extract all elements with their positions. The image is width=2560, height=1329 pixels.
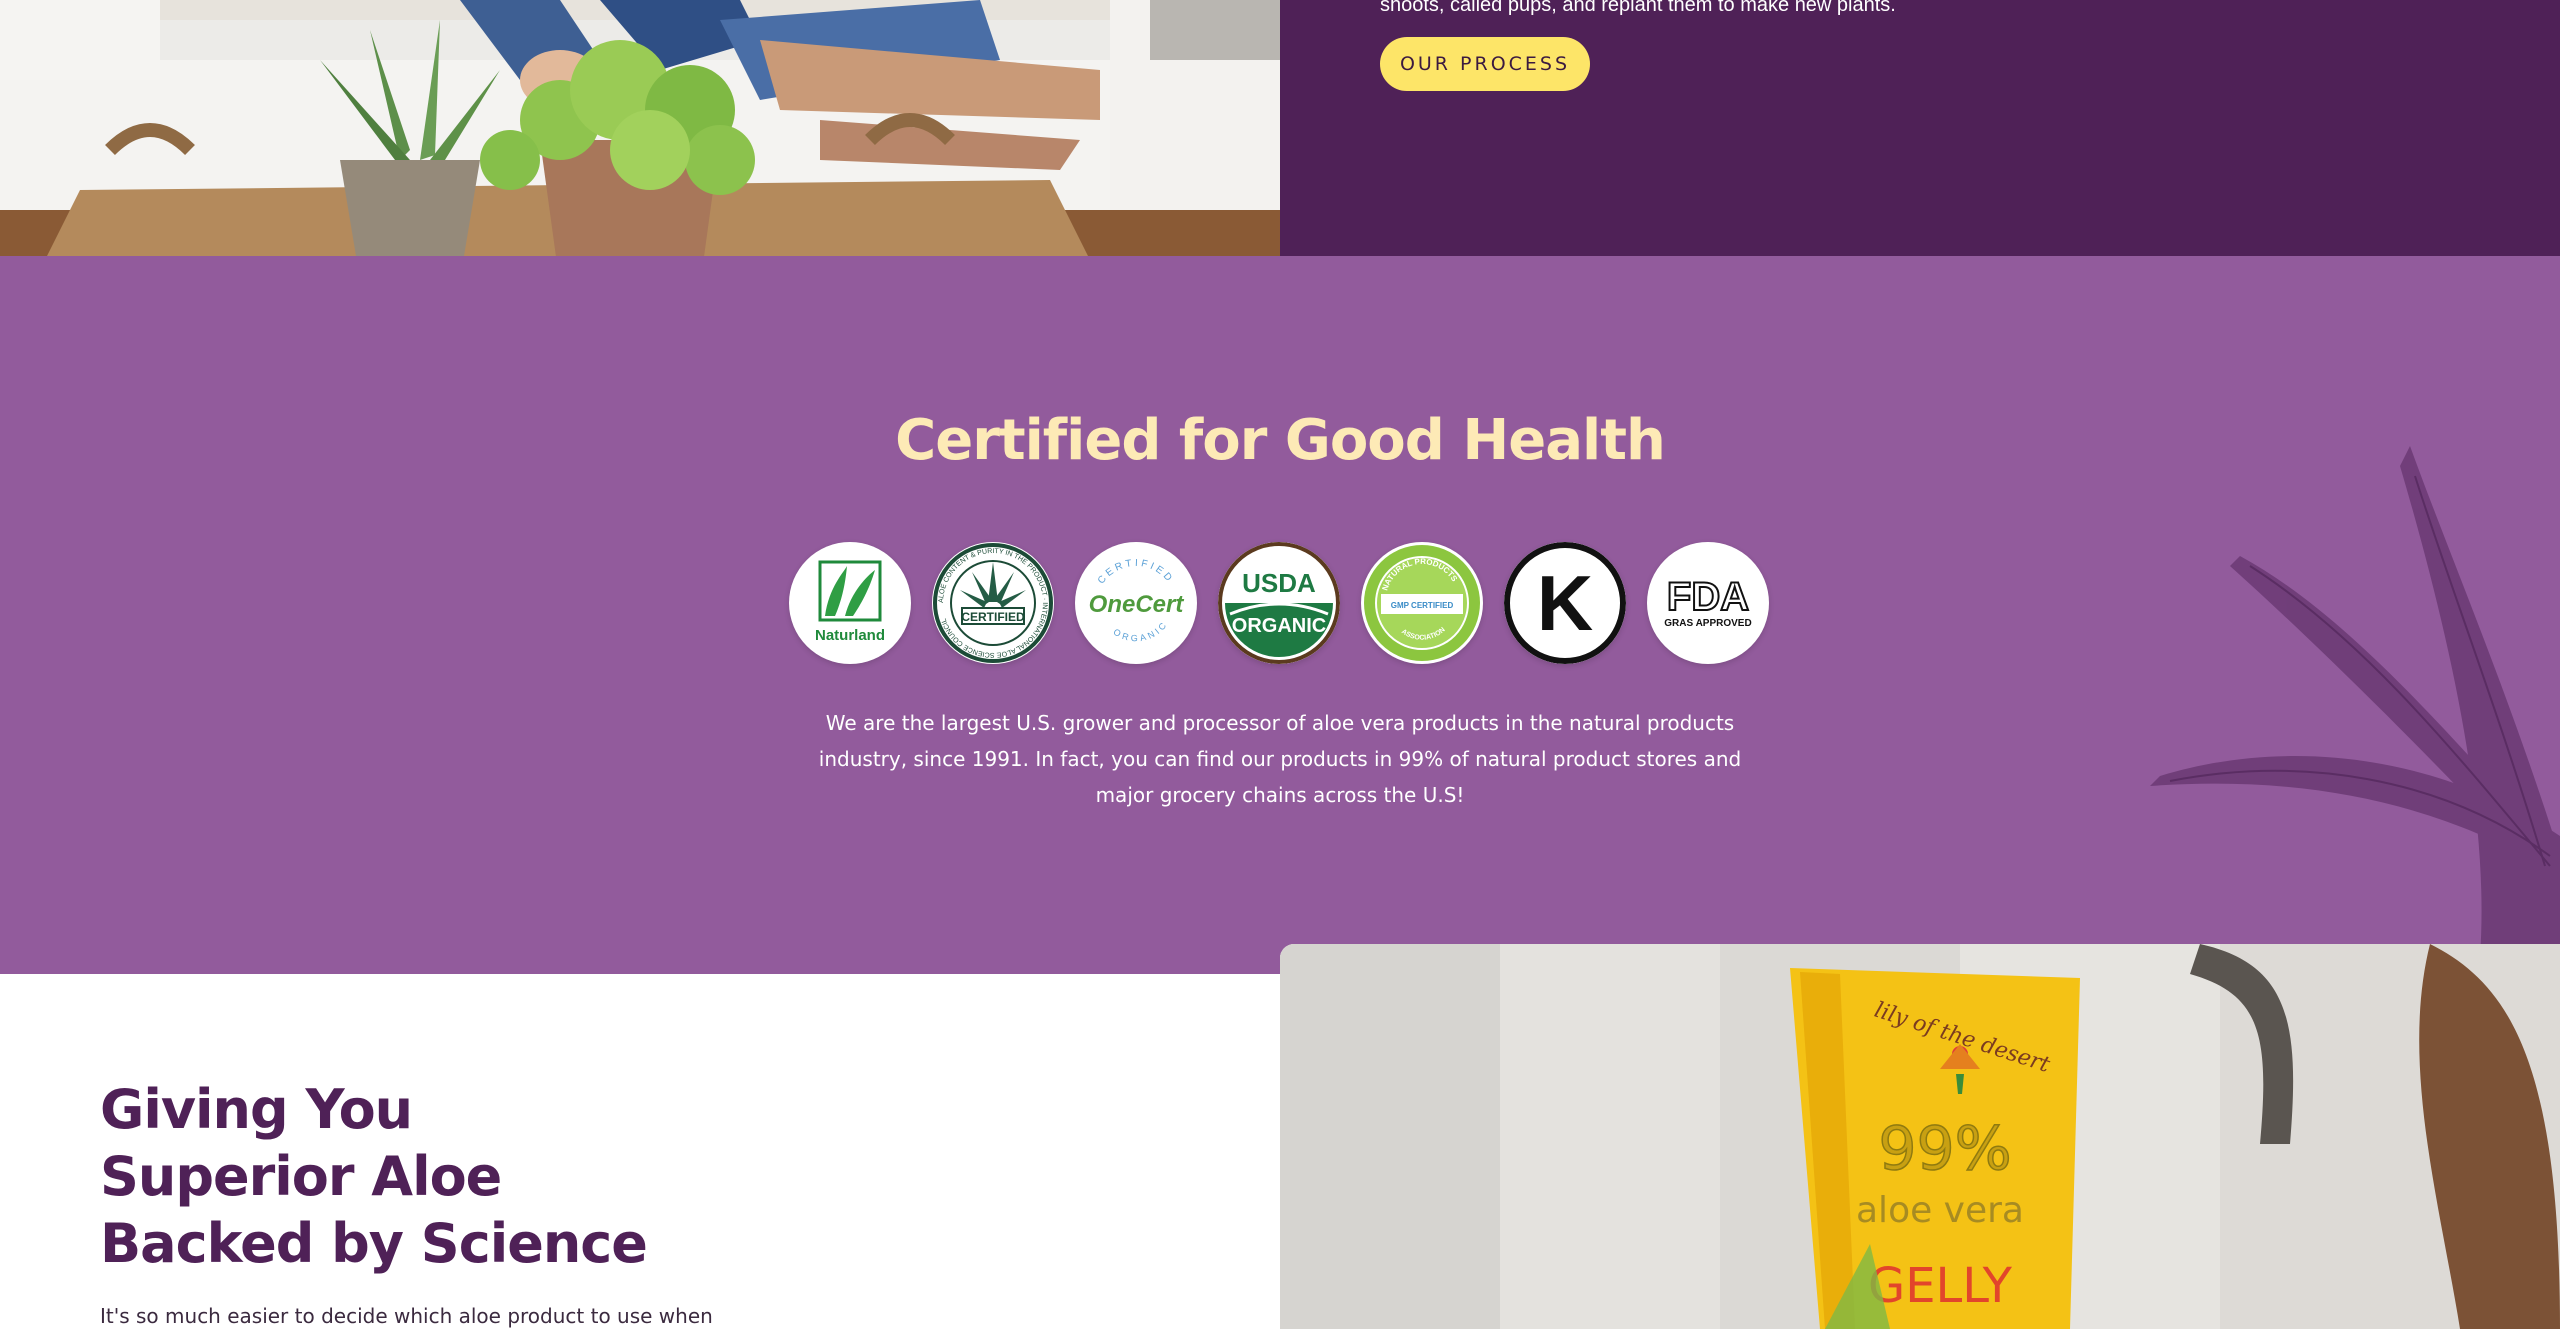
product-percent: 99%: [1878, 1114, 2011, 1184]
certification-badges: Naturland CERTIFIED ALOE CONTENT & PURIT…: [789, 542, 1769, 664]
fda-label: FDA: [1667, 575, 1749, 619]
certified-title: Certified for Good Health: [895, 408, 1666, 473]
onecert-bottom-text: ORGANIC: [1112, 619, 1167, 644]
onecert-label: OneCert: [1089, 591, 1185, 618]
product-name: aloe vera: [1856, 1190, 2024, 1231]
gmp-middle-text: GMP CERTIFIED: [1391, 601, 1454, 610]
product-variant: GELLY: [1868, 1258, 2013, 1314]
usda-organic-icon: USDA ORGANIC: [1218, 542, 1340, 664]
plants-photo-illustration: [0, 0, 1280, 286]
fda-gras-icon: FDA GRAS APPROVED: [1647, 542, 1769, 664]
onecert-icon: CERTIFIED OneCert ORGANIC: [1075, 542, 1197, 664]
gras-approved-label: GRAS APPROVED: [1664, 618, 1751, 629]
kosher-label: K: [1537, 559, 1593, 647]
usda-label: USDA: [1242, 568, 1316, 598]
kosher-k-icon: K: [1504, 542, 1626, 664]
naturland-icon: Naturland: [789, 542, 911, 664]
product-photo-gelly: lily of the desert 99% aloe vera GELLY: [1280, 944, 2560, 1329]
svg-text:ORGANIC: ORGANIC: [1112, 619, 1170, 644]
aloe-gelly-tube-illustration: lily of the desert 99% aloe vera GELLY: [1280, 944, 2560, 1329]
iasc-certified-icon: CERTIFIED ALOE CONTENT & PURITY IN THE P…: [932, 542, 1054, 664]
our-process-button[interactable]: OUR PROCESS: [1380, 37, 1590, 91]
iasc-certified-label: CERTIFIED: [961, 610, 1025, 624]
process-description: shoots, called pups, and replant them to…: [1380, 0, 1896, 16]
certified-description: We are the largest U.S. grower and proce…: [818, 711, 1742, 807]
hero-photo-plants-sofa: [0, 0, 1280, 286]
naturland-label: Naturland: [815, 627, 885, 644]
certified-section: Certified for Good Health Naturland CERT…: [0, 256, 2560, 974]
organic-label: ORGANIC: [1232, 615, 1326, 637]
gmp-certified-icon: NATURAL PRODUCTS GMP CERTIFIED ASSOCIATI…: [1361, 542, 1483, 664]
onecert-top-text: CERTIFIED: [1096, 558, 1173, 586]
science-paragraph: It's so much easier to decide which aloe…: [100, 1304, 713, 1328]
svg-text:CERTIFIED: CERTIFIED: [1096, 558, 1176, 586]
aloe-leaf-decoration-icon: [2150, 446, 2560, 956]
science-heading: Giving You Superior Aloe Backed by Scien…: [100, 1078, 648, 1275]
